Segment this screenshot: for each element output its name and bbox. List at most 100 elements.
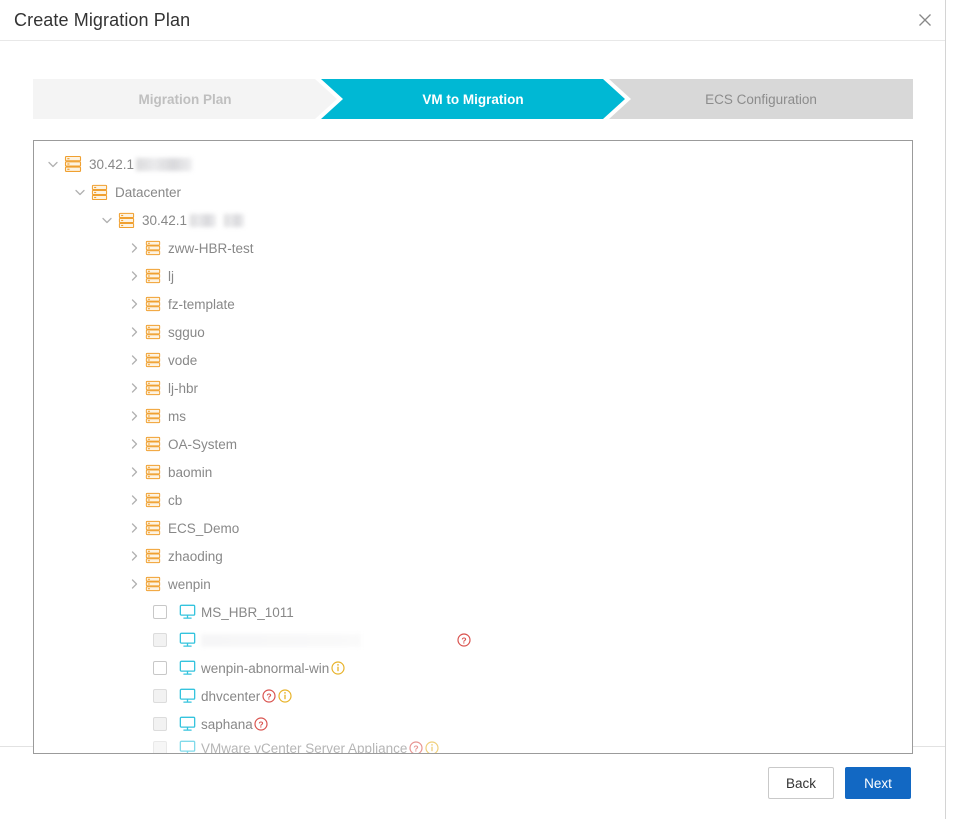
chevron-right-icon[interactable] — [123, 374, 145, 402]
chevron-right-icon[interactable] — [123, 458, 145, 486]
chevron-right-icon[interactable] — [123, 346, 145, 374]
rack-icon — [145, 492, 161, 508]
wizard-steps: Migration Plan VM to Migration ECS Confi… — [0, 41, 945, 119]
tree-node-label: Datacenter — [115, 184, 182, 200]
warning-badge-icon[interactable]: ? — [254, 717, 269, 732]
warning-badge-icon[interactable]: ? — [261, 689, 276, 704]
tree-node-label: lj — [168, 268, 174, 284]
svg-text:?: ? — [266, 691, 271, 701]
step-label: Migration Plan — [138, 91, 232, 107]
create-migration-plan-dialog: Create Migration Plan Migration Plan VM … — [0, 0, 946, 819]
chevron-right-icon[interactable] — [123, 542, 145, 570]
rack-icon — [64, 155, 82, 172]
rack-icon — [145, 352, 161, 368]
chevron-right-icon[interactable] — [123, 486, 145, 514]
rack-icon — [145, 380, 161, 396]
vm-row-wenpin-abn[interactable]: wenpin-abnormal-win — [34, 654, 912, 682]
vm-checkbox — [153, 741, 167, 753]
step-migration-plan[interactable]: Migration Plan — [33, 79, 337, 119]
svg-text:?: ? — [413, 743, 418, 753]
vm-checkbox[interactable] — [153, 661, 167, 675]
svg-text:?: ? — [461, 635, 466, 645]
close-icon[interactable] — [905, 0, 945, 40]
tree-node-label: wenpin — [168, 576, 211, 592]
chevron-down-icon[interactable] — [96, 206, 118, 234]
chevron-down-icon[interactable] — [42, 150, 64, 178]
vm-tree-panel-wrap: 30.42.1 Datacenter 30.42.1 zww-HBR-test lj fz… — [0, 119, 945, 754]
tree-node-label: ECS_Demo — [168, 520, 240, 536]
dialog-footer: Back Next — [0, 746, 945, 819]
chevron-right-icon[interactable] — [123, 234, 145, 262]
tree-node-label: sgguo — [168, 324, 205, 340]
rack-icon — [145, 324, 161, 340]
vm-name-label: dhvcenter — [201, 688, 261, 704]
vm-row-ms-hbr-1011[interactable]: MS_HBR_1011 — [34, 598, 912, 626]
tree-node-oa-system[interactable]: OA-System — [34, 430, 912, 458]
tree-node-ecs-demo[interactable]: ECS_Demo — [34, 514, 912, 542]
tree-node-cb[interactable]: cb — [34, 486, 912, 514]
chevron-right-icon[interactable] — [123, 430, 145, 458]
back-button[interactable]: Back — [768, 767, 834, 799]
tree-node-wenpin[interactable]: wenpin — [34, 570, 912, 598]
vm-tree-panel[interactable]: 30.42.1 Datacenter 30.42.1 zww-HBR-test lj fz… — [33, 140, 913, 754]
vm-name-label: VMware vCenter Server Appliance — [201, 740, 408, 754]
step-label: VM to Migration — [422, 91, 524, 107]
tree-node-sgguo[interactable]: sgguo — [34, 318, 912, 346]
tree-node-datacenter[interactable]: Datacenter — [34, 178, 912, 206]
tree-node-label: ms — [168, 408, 186, 424]
svg-text:?: ? — [259, 719, 264, 729]
chevron-right-icon[interactable] — [123, 290, 145, 318]
vm-checkbox[interactable] — [153, 605, 167, 619]
rack-icon — [91, 184, 108, 200]
tree-node-label: zhaoding — [168, 548, 223, 564]
tree-node-zhaoding[interactable]: zhaoding — [34, 542, 912, 570]
tree-node-label: zww-HBR-test — [168, 240, 254, 256]
vm-row-vm-redacted[interactable]: ? — [34, 626, 912, 654]
rack-icon — [145, 576, 161, 592]
redacted-text — [224, 213, 245, 227]
redacted-text — [190, 213, 217, 227]
chevron-right-icon[interactable] — [123, 262, 145, 290]
rack-icon — [145, 268, 161, 284]
chevron-right-icon[interactable] — [123, 318, 145, 346]
tree-node-ms[interactable]: ms — [34, 402, 912, 430]
warning-badge-icon[interactable]: ? — [408, 741, 423, 753]
step-vm-to-migration[interactable]: VM to Migration — [321, 79, 625, 119]
tree-node-label: OA-System — [168, 436, 238, 452]
vm-checkbox — [153, 717, 167, 731]
tree-node-fz-template[interactable]: fz-template — [34, 290, 912, 318]
vm-tree-clipped-row[interactable]: VMware vCenter Server Appliance? — [34, 734, 912, 754]
tree-node-baomin[interactable]: baomin — [34, 458, 912, 486]
chevron-right-icon[interactable] — [123, 402, 145, 430]
warning-badge-icon[interactable]: ? — [456, 633, 471, 648]
vm-name-label: wenpin-abnormal-win — [201, 660, 330, 676]
rack-icon — [145, 548, 161, 564]
next-button[interactable]: Next — [845, 767, 911, 799]
step-ecs-configuration[interactable]: ECS Configuration — [609, 79, 913, 119]
vm-row-vcsa[interactable]: VMware vCenter Server Appliance? — [34, 734, 912, 754]
monitor-icon — [179, 604, 196, 619]
info-badge-icon[interactable] — [277, 689, 292, 704]
tree-node-label: 30.42.1 — [142, 212, 188, 228]
tree-node-label: cb — [168, 492, 183, 508]
info-badge-icon[interactable] — [424, 741, 439, 753]
info-badge-icon[interactable] — [330, 661, 345, 676]
tree-node-lj[interactable]: lj — [34, 262, 912, 290]
tree-node-root[interactable]: 30.42.1 — [34, 150, 912, 178]
chevron-down-icon[interactable] — [69, 178, 91, 206]
chevron-right-icon[interactable] — [123, 570, 145, 598]
page-title: Create Migration Plan — [14, 9, 191, 30]
monitor-icon — [179, 716, 196, 731]
tree-node-label: baomin — [168, 464, 213, 480]
chevron-right-icon[interactable] — [123, 514, 145, 542]
tree-node-vode[interactable]: vode — [34, 346, 912, 374]
vm-checkbox — [153, 633, 167, 647]
tree-node-cluster-ip[interactable]: 30.42.1 — [34, 206, 912, 234]
redacted-text — [136, 157, 193, 171]
rack-icon — [118, 212, 135, 228]
rack-icon — [145, 520, 161, 536]
tree-node-zww-hbr-test[interactable]: zww-HBR-test — [34, 234, 912, 262]
vm-row-dhvcenter[interactable]: dhvcenter? — [34, 682, 912, 710]
tree-node-lj-hbr[interactable]: lj-hbr — [34, 374, 912, 402]
vm-tree[interactable]: 30.42.1 Datacenter 30.42.1 zww-HBR-test lj fz… — [34, 141, 912, 753]
